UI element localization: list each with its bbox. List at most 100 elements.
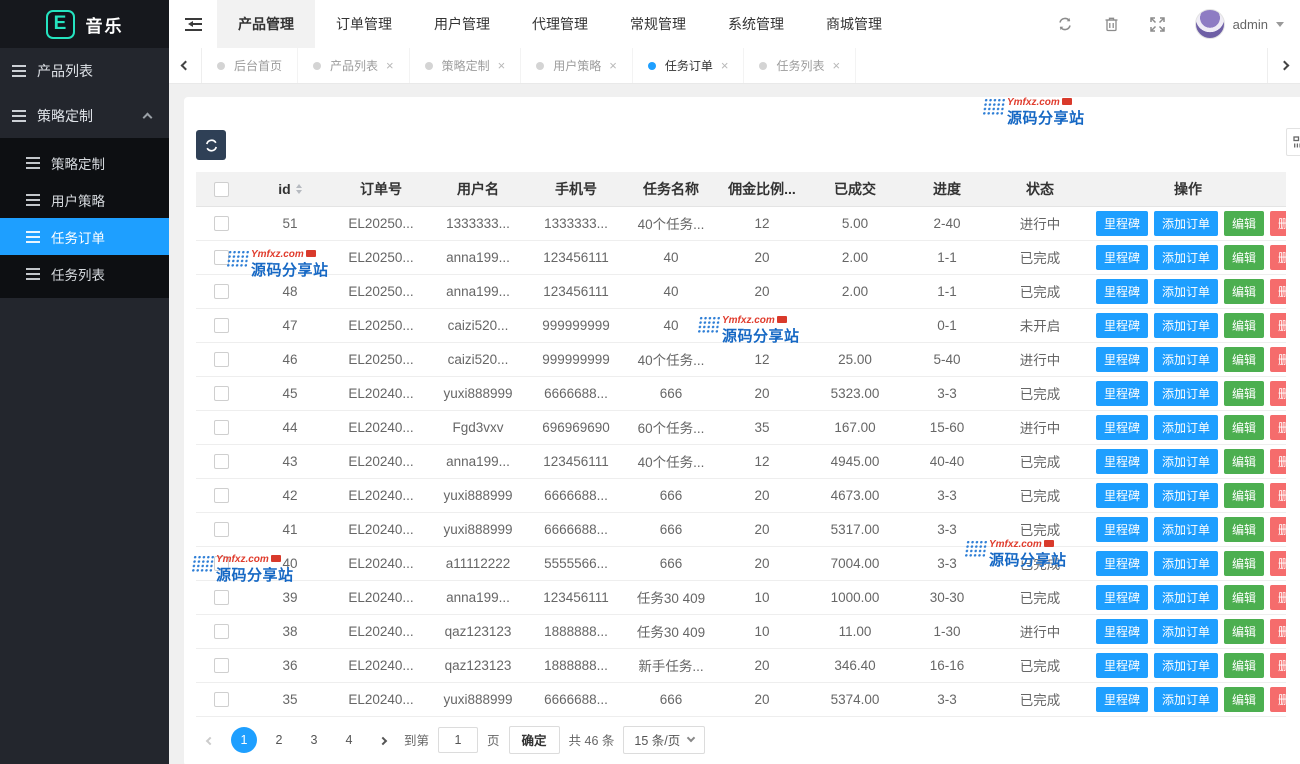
milestone-button[interactable]: 里程碑: [1096, 619, 1148, 644]
delete-button[interactable]: 删除: [1270, 517, 1286, 542]
tab-home[interactable]: 后台首页: [202, 48, 298, 83]
sidebar-item-user-strategy[interactable]: 用户策略: [0, 181, 169, 218]
milestone-button[interactable]: 里程碑: [1096, 279, 1148, 304]
edit-button[interactable]: 编辑: [1224, 449, 1264, 474]
sidebar-item-strategy[interactable]: 策略定制: [0, 144, 169, 181]
app-logo[interactable]: E 音乐: [0, 0, 169, 48]
row-checkbox[interactable]: [214, 318, 229, 333]
goto-page-input[interactable]: [438, 727, 478, 753]
trash-icon[interactable]: [1103, 16, 1120, 33]
delete-button[interactable]: 删除: [1270, 347, 1286, 372]
row-checkbox[interactable]: [214, 250, 229, 265]
close-icon[interactable]: ×: [609, 59, 617, 72]
edit-button[interactable]: 编辑: [1224, 279, 1264, 304]
topnav-menu-users[interactable]: 用户管理: [413, 0, 511, 48]
delete-button[interactable]: 删除: [1270, 381, 1286, 406]
header-id[interactable]: id: [246, 172, 334, 206]
add-order-button[interactable]: 添加订单: [1154, 347, 1218, 372]
prev-page-button[interactable]: [198, 733, 222, 747]
tab-task-list[interactable]: 任务列表 ×: [744, 48, 856, 83]
add-order-button[interactable]: 添加订单: [1154, 381, 1218, 406]
delete-button[interactable]: 删除: [1270, 449, 1286, 474]
milestone-button[interactable]: 里程碑: [1096, 415, 1148, 440]
edit-button[interactable]: 编辑: [1224, 211, 1264, 236]
page-number-1[interactable]: 1: [231, 727, 257, 753]
topnav-menu-general[interactable]: 常规管理: [609, 0, 707, 48]
row-checkbox[interactable]: [214, 522, 229, 537]
topnav-menu-agents[interactable]: 代理管理: [511, 0, 609, 48]
row-checkbox[interactable]: [214, 420, 229, 435]
edit-button[interactable]: 编辑: [1224, 415, 1264, 440]
goto-confirm-button[interactable]: 确定: [509, 726, 560, 754]
page-number-4[interactable]: 4: [336, 727, 362, 753]
row-checkbox[interactable]: [214, 556, 229, 571]
tab-user-strategy[interactable]: 用户策略 ×: [521, 48, 633, 83]
next-page-button[interactable]: [371, 733, 395, 747]
tabs-scroll-left-button[interactable]: [169, 48, 202, 83]
fullscreen-icon[interactable]: [1149, 16, 1166, 33]
edit-button[interactable]: 编辑: [1224, 245, 1264, 270]
add-order-button[interactable]: 添加订单: [1154, 279, 1218, 304]
edit-button[interactable]: 编辑: [1224, 381, 1264, 406]
row-checkbox[interactable]: [214, 284, 229, 299]
edit-button[interactable]: 编辑: [1224, 551, 1264, 576]
edit-button[interactable]: 编辑: [1224, 585, 1264, 610]
tab-product-list[interactable]: 产品列表 ×: [298, 48, 410, 83]
close-icon[interactable]: ×: [386, 59, 394, 72]
collapse-menu-button[interactable]: [169, 0, 217, 48]
topnav-menu-system[interactable]: 系统管理: [707, 0, 805, 48]
tab-strategy[interactable]: 策略定制 ×: [410, 48, 522, 83]
refresh-table-button[interactable]: [196, 130, 226, 160]
add-order-button[interactable]: 添加订单: [1154, 687, 1218, 712]
milestone-button[interactable]: 里程碑: [1096, 245, 1148, 270]
page-size-select[interactable]: 15 条/页: [623, 726, 705, 754]
add-order-button[interactable]: 添加订单: [1154, 551, 1218, 576]
page-number-2[interactable]: 2: [266, 727, 292, 753]
sidebar-item-task-orders[interactable]: 任务订单: [0, 218, 169, 255]
columns-toggle-button[interactable]: [1286, 128, 1300, 156]
topnav-menu-product[interactable]: 产品管理: [217, 0, 315, 48]
topnav-menu-orders[interactable]: 订单管理: [315, 0, 413, 48]
add-order-button[interactable]: 添加订单: [1154, 653, 1218, 678]
milestone-button[interactable]: 里程碑: [1096, 687, 1148, 712]
row-checkbox[interactable]: [214, 692, 229, 707]
tabs-scroll-right-button[interactable]: [1267, 48, 1300, 83]
tab-task-orders[interactable]: 任务订单 ×: [633, 48, 745, 83]
edit-button[interactable]: 编辑: [1224, 483, 1264, 508]
delete-button[interactable]: 删除: [1270, 415, 1286, 440]
delete-button[interactable]: 删除: [1270, 653, 1286, 678]
sort-icon[interactable]: [296, 181, 302, 197]
edit-button[interactable]: 编辑: [1224, 313, 1264, 338]
topnav-menu-mall[interactable]: 商城管理: [805, 0, 903, 48]
add-order-button[interactable]: 添加订单: [1154, 449, 1218, 474]
milestone-button[interactable]: 里程碑: [1096, 653, 1148, 678]
refresh-icon[interactable]: [1057, 16, 1074, 33]
edit-button[interactable]: 编辑: [1224, 619, 1264, 644]
edit-button[interactable]: 编辑: [1224, 347, 1264, 372]
close-icon[interactable]: ×: [832, 59, 840, 72]
milestone-button[interactable]: 里程碑: [1096, 381, 1148, 406]
add-order-button[interactable]: 添加订单: [1154, 585, 1218, 610]
add-order-button[interactable]: 添加订单: [1154, 211, 1218, 236]
add-order-button[interactable]: 添加订单: [1154, 517, 1218, 542]
page-number-3[interactable]: 3: [301, 727, 327, 753]
edit-button[interactable]: 编辑: [1224, 687, 1264, 712]
milestone-button[interactable]: 里程碑: [1096, 449, 1148, 474]
sidebar-item-product-list[interactable]: 产品列表: [0, 48, 169, 93]
select-all-checkbox[interactable]: [214, 182, 229, 197]
row-checkbox[interactable]: [214, 352, 229, 367]
milestone-button[interactable]: 里程碑: [1096, 313, 1148, 338]
row-checkbox[interactable]: [214, 454, 229, 469]
delete-button[interactable]: 删除: [1270, 211, 1286, 236]
edit-button[interactable]: 编辑: [1224, 653, 1264, 678]
close-icon[interactable]: ×: [721, 59, 729, 72]
close-icon[interactable]: ×: [498, 59, 506, 72]
add-order-button[interactable]: 添加订单: [1154, 313, 1218, 338]
milestone-button[interactable]: 里程碑: [1096, 347, 1148, 372]
delete-button[interactable]: 删除: [1270, 551, 1286, 576]
row-checkbox[interactable]: [214, 488, 229, 503]
row-checkbox[interactable]: [214, 590, 229, 605]
row-checkbox[interactable]: [214, 658, 229, 673]
add-order-button[interactable]: 添加订单: [1154, 483, 1218, 508]
milestone-button[interactable]: 里程碑: [1096, 551, 1148, 576]
